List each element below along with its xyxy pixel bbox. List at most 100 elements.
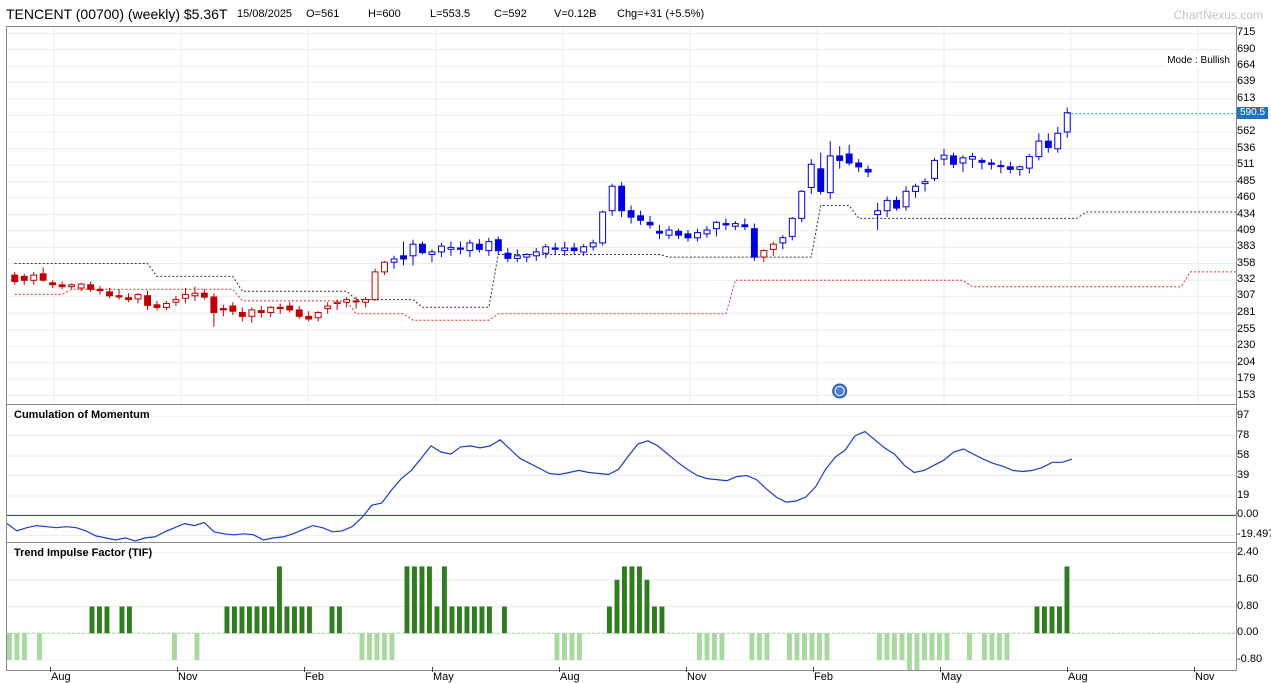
- x-axis-label: Nov: [687, 671, 707, 683]
- tif-bar: [802, 633, 807, 660]
- price-tick-label: 664: [1237, 59, 1256, 72]
- price-pane[interactable]: Mode : Bullish: [6, 26, 1237, 405]
- candle-body: [362, 299, 370, 303]
- candle-body: [608, 185, 616, 212]
- candle-body: [58, 284, 66, 288]
- tif-pane[interactable]: Trend Impulse Factor (TIF): [6, 542, 1237, 671]
- tif-bar: [892, 633, 897, 660]
- price-tick-label: 358: [1237, 256, 1256, 269]
- momentum-tick-label: 19: [1237, 488, 1250, 501]
- tif-bar: [404, 566, 410, 634]
- tif-bar: [449, 606, 455, 634]
- candle-body: [864, 168, 872, 173]
- chart-header: TENCENT (00700) (weekly) $5.36T 15/08/20…: [0, 0, 1271, 26]
- candle-body: [400, 255, 408, 260]
- tif-bar: [127, 606, 132, 634]
- tif-bar: [997, 633, 1002, 660]
- candle-body: [153, 304, 161, 308]
- price-tick-label: 307: [1237, 289, 1256, 302]
- tif-bar: [899, 633, 905, 660]
- candle-body: [475, 243, 483, 250]
- candle-body: [248, 309, 256, 317]
- candle-body: [855, 162, 863, 168]
- tif-bar: [884, 633, 890, 660]
- x-axis-label: May: [941, 671, 962, 683]
- tif-bar: [254, 606, 260, 634]
- candle-body: [713, 221, 720, 230]
- price-chart-svg: [7, 27, 1236, 404]
- tif-bar: [652, 606, 657, 634]
- candle-body: [589, 242, 597, 248]
- tif-bar: [389, 633, 395, 660]
- tif-bar: [719, 633, 725, 660]
- candle-body: [1035, 140, 1043, 158]
- candle-body: [788, 217, 796, 237]
- x-axis-label: Nov: [178, 671, 198, 683]
- candle-body: [428, 251, 436, 255]
- candle-body: [902, 190, 910, 208]
- price-tick-label: 690: [1237, 42, 1256, 55]
- candle-body: [409, 243, 417, 257]
- candle-body: [959, 157, 967, 164]
- candle-body: [144, 295, 152, 306]
- tif-bar: [907, 633, 912, 670]
- momentum-tick-label: 39: [1237, 468, 1250, 481]
- momentum-pane[interactable]: Cumulation of Momentum: [6, 404, 1237, 543]
- candle-body: [627, 210, 635, 218]
- tif-bar: [787, 633, 792, 660]
- candle-body: [485, 241, 493, 252]
- candle-body: [599, 211, 607, 244]
- candle-body: [343, 299, 351, 303]
- tif-bar: [757, 633, 762, 660]
- candle-body: [20, 275, 28, 281]
- candle-body: [760, 250, 768, 258]
- momentum-line: [7, 430, 1073, 542]
- candle-body: [11, 274, 19, 283]
- tif-bar: [982, 633, 987, 660]
- x-axis-label: Feb: [814, 671, 833, 683]
- tif-bar: [562, 633, 567, 660]
- tif-bar: [22, 633, 27, 660]
- tif-bar: [637, 566, 642, 634]
- tif-bar: [704, 633, 710, 660]
- candle-body: [940, 154, 948, 160]
- x-axis-label: Aug: [51, 671, 71, 683]
- tif-bar: [14, 633, 20, 660]
- dividend-marker-icon: [832, 383, 848, 399]
- candle-body: [1063, 112, 1071, 133]
- tif-bar: [442, 566, 447, 634]
- tif-bar: [487, 606, 492, 634]
- candle-body: [210, 296, 218, 313]
- price-tick-label: 434: [1237, 207, 1256, 220]
- price-tick-label: 179: [1237, 371, 1256, 384]
- candle-body: [106, 291, 113, 297]
- tif-bar: [247, 606, 252, 634]
- header-high: H=600: [368, 8, 401, 20]
- momentum-tick-label: 78: [1237, 428, 1250, 441]
- tif-bar: [232, 606, 237, 634]
- tif-bar: [502, 606, 507, 634]
- tif-label: Trend Impulse Factor (TIF): [14, 547, 153, 559]
- tif-bar: [7, 633, 12, 660]
- header-volume: V=0.12B: [554, 8, 597, 20]
- price-tick-label: 536: [1237, 141, 1256, 154]
- candle-body: [665, 229, 673, 236]
- candle-body: [694, 232, 701, 239]
- price-tick-label: 511: [1237, 157, 1255, 170]
- x-axis-label: Nov: [1195, 671, 1215, 683]
- candle-body: [276, 306, 284, 310]
- candle-body: [656, 230, 663, 234]
- tif-bar: [104, 606, 110, 634]
- candle-body: [295, 309, 303, 317]
- brand-watermark: ChartNexus.com: [1173, 8, 1263, 22]
- candle-body: [551, 247, 559, 250]
- candle-body: [931, 159, 938, 179]
- price-tick-label: 409: [1237, 223, 1256, 236]
- momentum-tick-label: 0.00: [1237, 508, 1259, 521]
- candle-body: [115, 295, 123, 298]
- candle-body: [969, 156, 976, 160]
- tif-bar: [622, 566, 627, 634]
- tif-bar: [374, 633, 380, 660]
- candle-body: [731, 223, 739, 227]
- tif-bar: [97, 606, 102, 634]
